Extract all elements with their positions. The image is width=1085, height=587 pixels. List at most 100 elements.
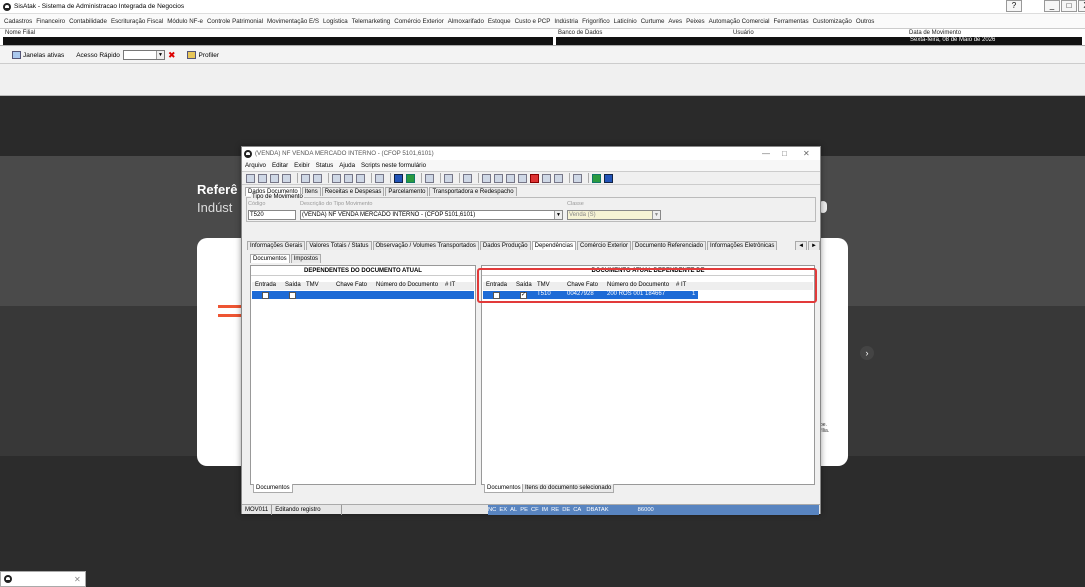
dlg-menu-arquivo[interactable]: Arquivo xyxy=(245,162,266,169)
col-entrada[interactable]: Entrada xyxy=(255,282,276,288)
minimized-window[interactable]: ✕ xyxy=(0,571,86,587)
subtab-observacao[interactable]: Observação / Volumes Transportados xyxy=(372,241,479,250)
acesso-rapido-combo[interactable]: ▼ xyxy=(122,50,165,60)
profiler-button[interactable]: Profiler xyxy=(187,51,219,59)
note-icon[interactable] xyxy=(573,173,582,183)
dlg-menu-editar[interactable]: Editar xyxy=(272,162,288,169)
menu-logistica[interactable]: Logística xyxy=(323,18,348,25)
first-record-icon[interactable] xyxy=(332,173,341,183)
export-icon[interactable] xyxy=(444,173,453,183)
col-it[interactable]: # IT xyxy=(445,282,455,288)
subtab-comercio-exterior[interactable]: Comércio Exterior xyxy=(576,241,631,250)
lock-icon[interactable] xyxy=(542,173,551,183)
new-icon[interactable] xyxy=(246,173,255,183)
subtab-informacoes-eletronicas[interactable]: Informações Eletrônicas xyxy=(707,241,778,250)
dialog-maximize-icon[interactable]: □ xyxy=(782,149,787,158)
dlg-menu-status[interactable]: Status xyxy=(316,162,334,169)
minimize-button[interactable]: _ xyxy=(1044,0,1060,12)
last-record-icon[interactable] xyxy=(344,173,353,183)
saida-checkbox[interactable] xyxy=(289,292,296,299)
menu-custo-pcp[interactable]: Custo e PCP xyxy=(515,18,551,25)
stop-icon[interactable] xyxy=(375,173,384,183)
doc-icon[interactable] xyxy=(494,173,503,183)
tab-itens[interactable]: Itens xyxy=(301,187,321,196)
menu-contabilidade[interactable]: Contabilidade xyxy=(69,18,107,25)
carousel-next-icon[interactable]: › xyxy=(860,346,874,360)
flag-icon[interactable] xyxy=(530,173,539,183)
tab-parcelamento[interactable]: Parcelamento xyxy=(385,187,429,196)
menu-cadastros[interactable]: Cadastros xyxy=(4,18,32,25)
help-icon[interactable] xyxy=(394,173,403,183)
subtab-informacoes-gerais[interactable]: Informações Gerais xyxy=(247,241,306,250)
subtab-valores-totais[interactable]: Valores Totais / Status xyxy=(306,241,372,250)
codigo-field[interactable]: T520 xyxy=(248,210,296,220)
attach-icon[interactable] xyxy=(463,173,472,183)
janelas-ativas-button[interactable]: Janelas ativas xyxy=(12,51,64,59)
right-bottom-tab-itens-selecionado[interactable]: Itens do documento selecionado xyxy=(522,484,615,493)
col-chave-fato[interactable]: Chave Fato xyxy=(336,282,367,288)
descricao-select[interactable]: (VENDA) NF VENDA MERCADO INTERNO - (CFOP… xyxy=(300,210,563,220)
menu-customizacao[interactable]: Customização xyxy=(813,18,852,25)
dlg-menu-scripts[interactable]: Scripts neste formulário xyxy=(361,162,426,169)
user-icon[interactable] xyxy=(554,173,563,183)
menu-peixes[interactable]: Peixes xyxy=(686,18,705,25)
find-icon[interactable] xyxy=(313,173,322,183)
menu-industria[interactable]: Indústria xyxy=(554,18,578,25)
tools-icon[interactable] xyxy=(406,173,415,183)
subtab-documentos[interactable]: Documentos xyxy=(250,254,290,263)
cut-icon[interactable] xyxy=(301,173,310,183)
menu-movimentacao-es[interactable]: Movimentação E/S xyxy=(267,18,319,25)
tab-scroll-left-icon[interactable]: ◄ xyxy=(795,241,808,250)
dialog-close-icon[interactable]: ✕ xyxy=(803,149,810,158)
col-saida[interactable]: Saída xyxy=(285,282,301,288)
menu-outros[interactable]: Outros xyxy=(856,18,875,25)
subtab-dados-producao[interactable]: Dados Produção xyxy=(479,241,531,250)
menu-escrituracao-fiscal[interactable]: Escrituração Fiscal xyxy=(111,18,163,25)
menu-financeiro[interactable]: Financeiro xyxy=(36,18,65,25)
undo-icon[interactable] xyxy=(282,173,291,183)
menu-modulo-nfe[interactable]: Módulo NF-e xyxy=(167,18,203,25)
subtab-documento-referenciado[interactable]: Documento Referenciado xyxy=(632,241,707,250)
save-icon[interactable] xyxy=(258,173,267,183)
tab-scroll-right-icon[interactable]: ► xyxy=(808,241,820,250)
col-numero-documento[interactable]: Número do Documento xyxy=(376,282,438,288)
col-tmv[interactable]: TMV xyxy=(306,282,319,288)
tab-transportadora[interactable]: Transportadora e Redespacho xyxy=(429,187,517,196)
right-bottom-tab-documentos[interactable]: Documentos xyxy=(484,484,524,493)
subtab-impostos[interactable]: Impostos xyxy=(290,254,322,263)
menu-telemarketing[interactable]: Telemarketing xyxy=(352,18,391,25)
entrada-checkbox[interactable] xyxy=(262,292,269,299)
maximize-button[interactable]: □ xyxy=(1061,0,1077,12)
brand-mark-icon xyxy=(218,305,242,317)
subtab-dependencias[interactable]: Dependências xyxy=(531,241,576,250)
dlg-menu-ajuda[interactable]: Ajuda xyxy=(339,162,355,169)
menu-curtume[interactable]: Curtume xyxy=(641,18,665,25)
menu-controle-patrimonial[interactable]: Controle Patrimonial xyxy=(207,18,263,25)
left-bottom-tab-documentos[interactable]: Documentos xyxy=(253,484,293,493)
menu-frigorifico[interactable]: Frigorífico xyxy=(582,18,610,25)
table-row[interactable] xyxy=(252,291,474,299)
clear-x-icon[interactable]: ✖ xyxy=(168,50,176,61)
close-button[interactable]: X xyxy=(1078,0,1085,12)
print-icon[interactable] xyxy=(425,173,434,183)
menu-estoque[interactable]: Estoque xyxy=(488,18,511,25)
dialog-titlebar: (VENDA) NF VENDA MERCADO INTERNO - (CFOP… xyxy=(242,147,820,160)
menu-comercio-exterior[interactable]: Comércio Exterior xyxy=(394,18,444,25)
dialog-minimize-icon[interactable]: — xyxy=(762,149,770,158)
menu-laticinio[interactable]: Laticínio xyxy=(614,18,637,25)
menu-ferramentas[interactable]: Ferramentas xyxy=(774,18,809,25)
help-button[interactable]: ? xyxy=(1006,0,1022,12)
calc-icon[interactable] xyxy=(482,173,491,183)
tab-receitas-despesas[interactable]: Receitas e Despesas xyxy=(321,187,385,196)
delete-icon[interactable] xyxy=(270,173,279,183)
copy-icon[interactable] xyxy=(356,173,365,183)
menu-automacao-comercial[interactable]: Automação Comercial xyxy=(709,18,770,25)
dlg-menu-exibir[interactable]: Exibir xyxy=(294,162,309,169)
confirm-check-icon[interactable] xyxy=(592,173,601,183)
menu-almoxarifado[interactable]: Almoxarifado xyxy=(448,18,484,25)
menu-aves[interactable]: Aves xyxy=(668,18,682,25)
mini-close-icon[interactable]: ✕ xyxy=(74,575,81,584)
docs-icon[interactable] xyxy=(506,173,515,183)
globe-icon[interactable] xyxy=(604,173,613,183)
report-icon[interactable] xyxy=(518,173,527,183)
